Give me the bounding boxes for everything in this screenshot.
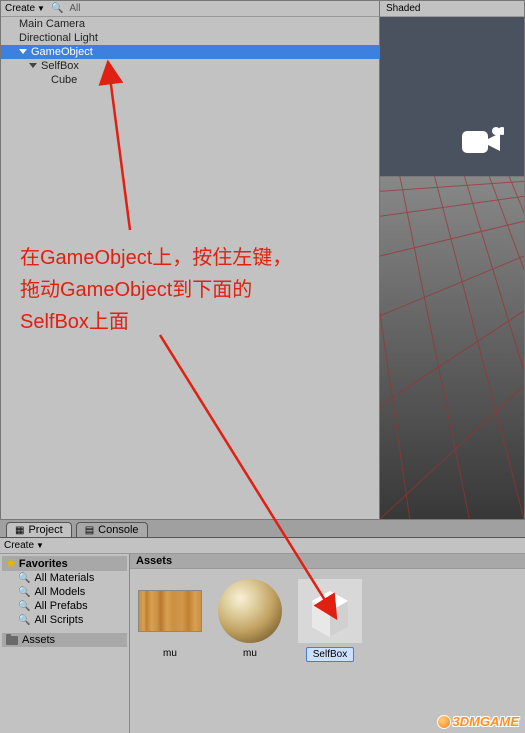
fav-label: All Scripts [34,614,83,626]
asset-thumbnail [218,579,282,643]
dropdown-arrow-icon: ▼ [36,541,44,550]
favorite-all-models[interactable]: 🔍 All Models [2,585,127,599]
folder-icon [6,636,18,645]
favorite-all-materials[interactable]: 🔍 All Materials [2,571,127,585]
project-sidebar: ★ Favorites 🔍 All Materials 🔍 All Models 🔍… [0,554,130,733]
bottom-tab-bar: ▦ Project ▤ Console [0,520,525,538]
project-create-button[interactable]: Create ▼ [4,540,44,551]
search-icon: 🔍 [18,587,30,598]
console-tab-icon: ▤ [85,525,94,536]
asset-item-mu-material[interactable]: mu [218,579,282,660]
scene-panel[interactable]: Shaded [380,0,525,520]
hierarchy-item-directional-light[interactable]: Directional Light [1,31,379,45]
project-toolbar: Create ▼ [0,538,525,554]
asset-item-selfbox[interactable]: SelfBox [298,579,362,662]
hierarchy-toolbar: Create ▼ 🔍 All [1,1,379,17]
tab-console[interactable]: ▤ Console [76,522,148,537]
assets-breadcrumb[interactable]: Assets [130,554,525,569]
assets-grid[interactable]: mu mu Self [130,569,525,733]
project-tab-icon: ▦ [15,525,24,536]
search-scope[interactable]: All [69,3,80,14]
hierarchy-item-main-camera[interactable]: Main Camera [1,17,379,31]
camera-gizmo-icon [460,127,504,157]
asset-thumbnail [138,590,202,632]
hierarchy-panel: Create ▼ 🔍 All Main Camera Directional L… [0,0,380,520]
foldout-icon[interactable] [19,49,27,54]
asset-item-mu-texture[interactable]: mu [138,579,202,660]
asset-label: mu [157,647,183,660]
favorite-all-prefabs[interactable]: 🔍 All Prefabs [2,599,127,613]
fav-label: All Models [34,586,85,598]
hierarchy-list: Main Camera Directional Light GameObject… [1,17,379,519]
search-icon: 🔍 [18,601,30,612]
star-icon: ★ [6,557,16,570]
favorites-label: Favorites [19,558,68,570]
fav-label: All Materials [34,572,94,584]
create-button[interactable]: Create ▼ [5,3,45,14]
foldout-icon[interactable] [29,63,37,68]
hierarchy-item-cube[interactable]: Cube [1,73,379,87]
hierarchy-item-gameobject[interactable]: GameObject [1,45,379,59]
hierarchy-item-label: GameObject [31,46,93,58]
search-icon: 🔍 [18,573,30,584]
hierarchy-item-label: SelfBox [41,60,79,72]
tab-project[interactable]: ▦ Project [6,522,72,537]
search-icon: 🔍 [18,615,30,626]
project-body: ★ Favorites 🔍 All Materials 🔍 All Models 🔍… [0,554,525,733]
asset-label: SelfBox [306,647,354,662]
dropdown-arrow-icon: ▼ [37,4,45,13]
favorites-header[interactable]: ★ Favorites [2,556,127,571]
watermark-text: 3DMGAME [453,714,519,729]
scene-viewport[interactable] [380,17,524,519]
tab-label: Project [28,524,62,536]
assets-panel: Assets mu mu [130,554,525,733]
tab-label: Console [98,524,138,536]
favorite-all-scripts[interactable]: 🔍 All Scripts [2,613,127,627]
asset-label: mu [237,647,263,660]
scene-header: Shaded [380,1,524,17]
create-label: Create [4,540,34,551]
asset-thumbnail [298,579,362,643]
hierarchy-item-selfbox[interactable]: SelfBox [1,59,379,73]
fav-label: All Prefabs [34,600,87,612]
watermark-logo-icon [437,715,451,729]
search-icon[interactable]: 🔍 [51,3,63,14]
watermark: 3DMGAME [437,714,519,729]
create-label: Create [5,3,35,14]
assets-folder[interactable]: Assets [2,633,127,647]
scene-shading-mode[interactable]: Shaded [386,3,420,14]
folder-label: Assets [22,634,55,646]
